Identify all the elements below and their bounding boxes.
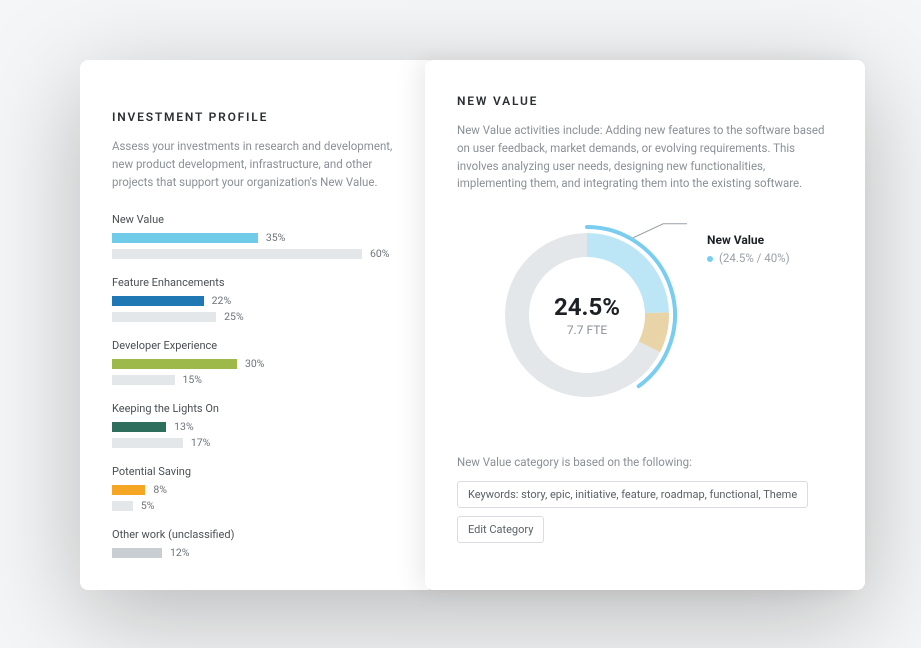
investment-bars: New Value 35% 60% Feature Enhancements 22% 25… (112, 213, 403, 559)
bar-target-value: 60% (370, 247, 390, 260)
new-value-title: NEW VALUE (457, 94, 833, 108)
bar-actual-value: 12% (170, 546, 190, 559)
bar-target (112, 375, 175, 385)
bar-group: Other work (unclassified) 12% (112, 528, 403, 559)
legend-dot-icon (707, 256, 713, 262)
bar-actual-row: 8% (112, 483, 403, 496)
bar-group: New Value 35% 60% (112, 213, 403, 260)
bar-label: Potential Saving (112, 465, 403, 478)
donut-slice (587, 233, 669, 313)
new-value-panel: NEW VALUE New Value activities include: … (425, 60, 865, 590)
bar-label: Other work (unclassified) (112, 528, 403, 541)
bar-actual-row: 12% (112, 546, 403, 559)
bar-target (112, 438, 183, 448)
bar-target-value: 25% (224, 310, 244, 323)
bar-actual-value: 13% (174, 420, 194, 433)
bar-actual (112, 548, 162, 558)
bar-target-value: 17% (191, 436, 211, 449)
bar-actual-value: 35% (266, 231, 286, 244)
bar-group: Potential Saving 8% 5% (112, 465, 403, 512)
bar-target-row: 15% (112, 373, 403, 386)
bar-label: New Value (112, 213, 403, 226)
bar-actual-row: 35% (112, 231, 403, 244)
donut-svg (487, 215, 687, 415)
new-value-desc: New Value activities include: Adding new… (457, 122, 833, 193)
bar-actual-row: 30% (112, 357, 403, 370)
bar-actual-value: 22% (212, 294, 232, 307)
category-based-on-text: New Value category is based on the follo… (457, 455, 833, 469)
donut-legend-sub: (24.5% / 40%) (707, 251, 790, 265)
bar-target (112, 249, 362, 259)
bar-target (112, 312, 216, 322)
donut-legend-values: (24.5% / 40%) (719, 251, 790, 265)
dashboard-canvas: INVESTMENT PROFILE Assess your investmen… (80, 60, 865, 590)
bar-actual (112, 485, 145, 495)
bar-actual-row: 13% (112, 420, 403, 433)
donut-legend: New Value (24.5% / 40%) (707, 233, 790, 265)
bar-actual (112, 422, 166, 432)
bar-actual-row: 22% (112, 294, 403, 307)
bar-group: Developer Experience 30% 15% (112, 339, 403, 386)
investment-profile-panel: INVESTMENT PROFILE Assess your investmen… (80, 60, 435, 590)
bar-target-row: 25% (112, 310, 403, 323)
bar-target-value: 15% (183, 373, 203, 386)
investment-profile-title: INVESTMENT PROFILE (112, 110, 403, 124)
category-chips: Keywords: story, epic, initiative, featu… (457, 481, 833, 551)
bar-group: Keeping the Lights On 13% 17% (112, 402, 403, 449)
bar-group: Feature Enhancements 22% 25% (112, 276, 403, 323)
bar-label: Keeping the Lights On (112, 402, 403, 415)
bar-label: Feature Enhancements (112, 276, 403, 289)
bar-actual (112, 233, 258, 243)
bar-actual-value: 8% (153, 483, 167, 496)
bar-actual-value: 30% (245, 357, 265, 370)
donut-legend-title: New Value (707, 233, 790, 247)
keywords-chip[interactable]: Keywords: story, epic, initiative, featu… (457, 481, 808, 508)
bar-actual (112, 359, 237, 369)
bar-target (112, 501, 133, 511)
bar-label: Developer Experience (112, 339, 403, 352)
bar-target-value: 5% (141, 499, 155, 512)
bar-target-row: 5% (112, 499, 403, 512)
bar-target-row: 60% (112, 247, 403, 260)
edit-category-button[interactable]: Edit Category (457, 516, 544, 543)
donut-chart: 24.5% 7.7 FTE New Value (24.5% / 40%) (457, 215, 833, 445)
bar-target-row: 17% (112, 436, 403, 449)
bar-actual (112, 296, 204, 306)
investment-profile-desc: Assess your investments in research and … (112, 138, 403, 191)
donut-leader-line (633, 224, 687, 238)
